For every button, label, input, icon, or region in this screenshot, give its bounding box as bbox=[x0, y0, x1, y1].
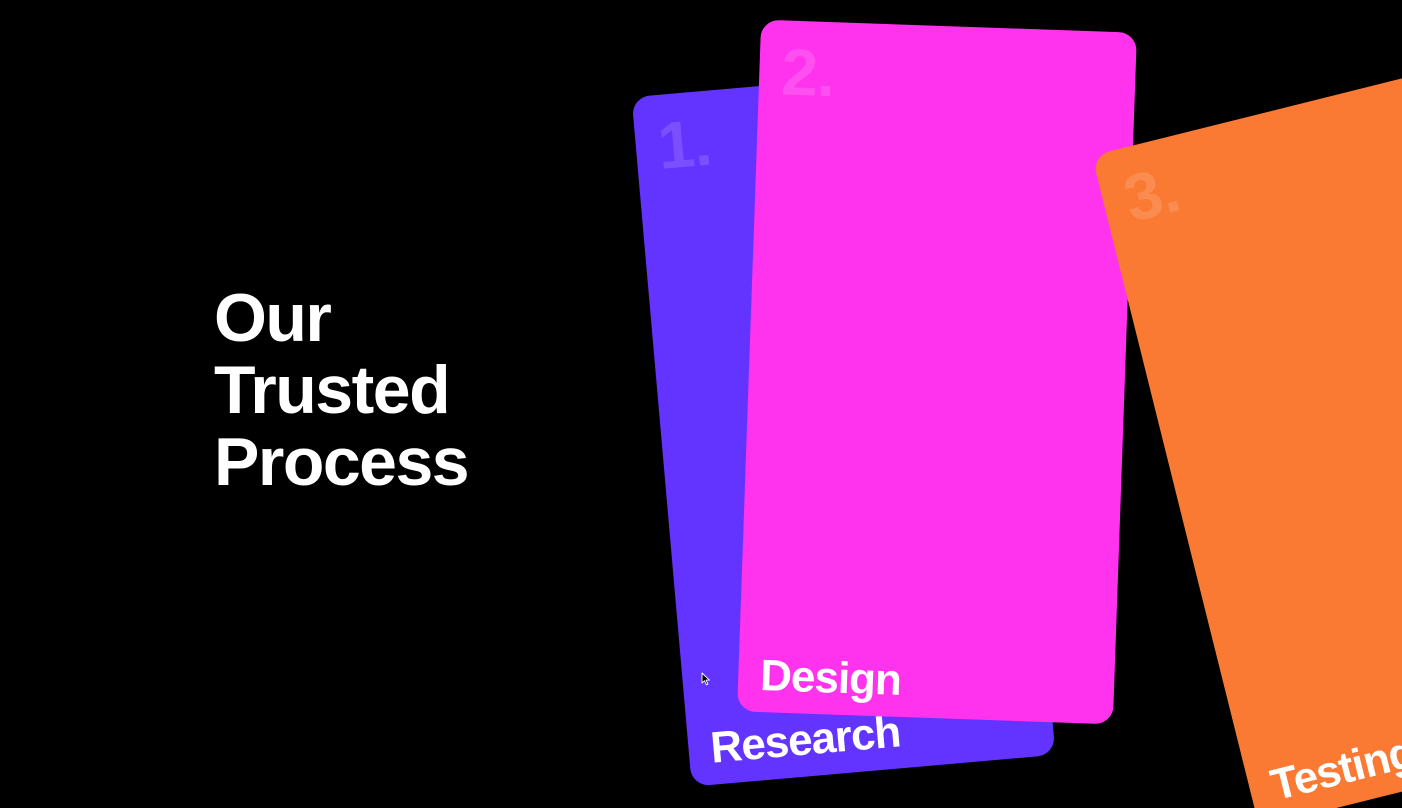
process-card-testing[interactable]: 3. Testing bbox=[1091, 64, 1402, 808]
card-number: 2. bbox=[780, 34, 836, 111]
page-title-line-3: Process bbox=[214, 424, 470, 500]
process-section: Our Trusted Process 1. Research 2. Desig… bbox=[0, 0, 1402, 808]
card-title: Design bbox=[759, 651, 902, 705]
card-number: 1. bbox=[654, 104, 714, 183]
card-title: Testing bbox=[1265, 727, 1402, 808]
card-title: Research bbox=[708, 707, 903, 773]
page-title-line-1: Our bbox=[214, 280, 332, 356]
arrow-cursor-icon bbox=[701, 672, 710, 686]
process-card-design[interactable]: 2. Design bbox=[737, 19, 1137, 725]
page-title: Our Trusted Process bbox=[214, 280, 470, 500]
card-number: 3. bbox=[1116, 151, 1186, 236]
page-title-line-2: Trusted bbox=[214, 352, 451, 428]
